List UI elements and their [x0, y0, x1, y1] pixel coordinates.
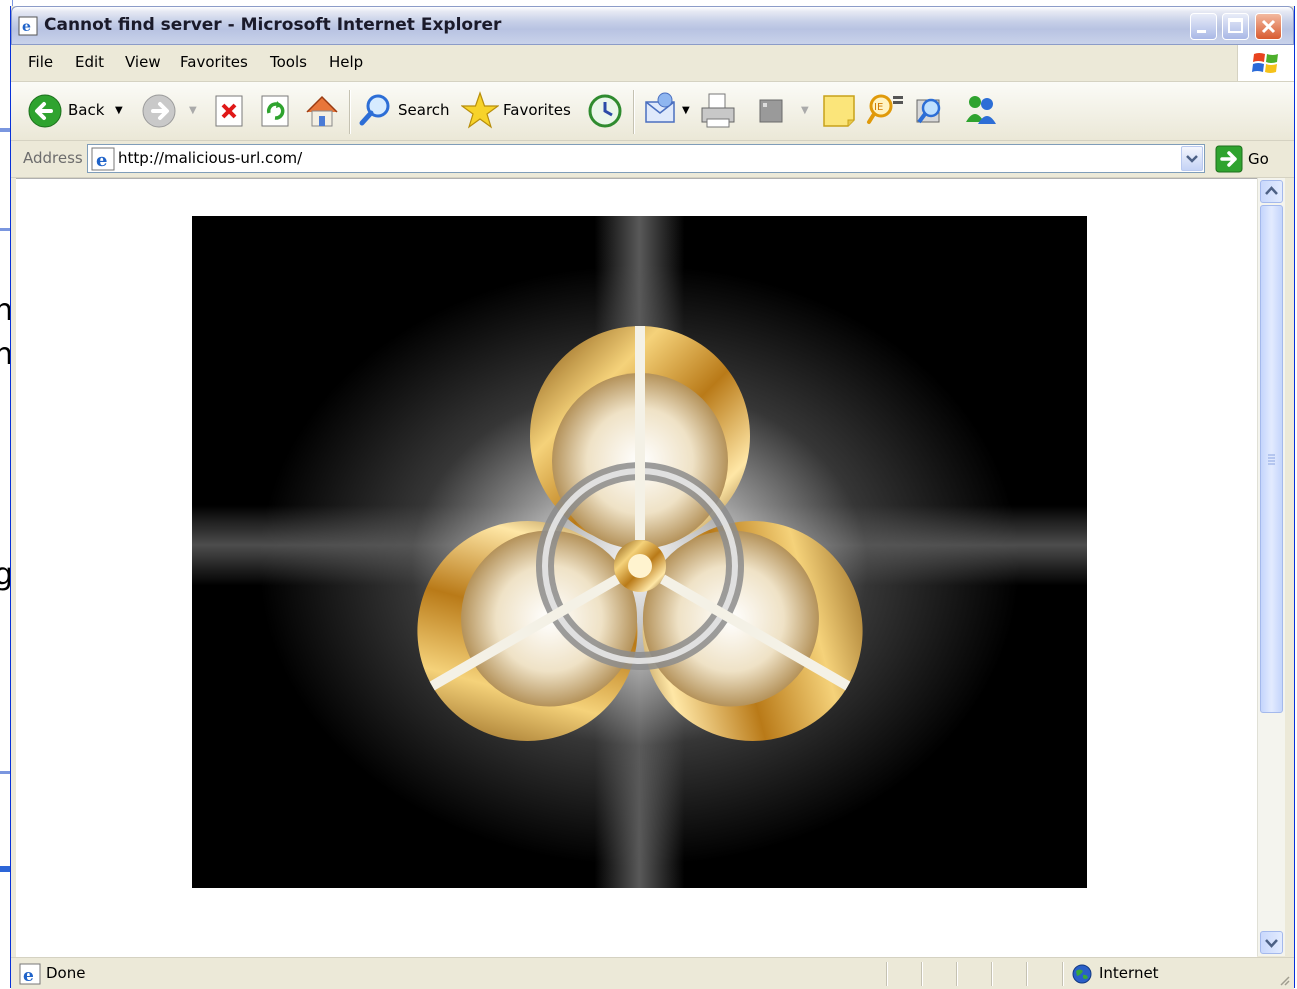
- home-button[interactable]: [303, 82, 341, 140]
- security-zone-label: Internet: [1099, 964, 1159, 982]
- forward-button[interactable]: [141, 82, 177, 140]
- note-icon: [823, 95, 855, 127]
- forward-dropdown-icon[interactable]: ▼: [189, 105, 197, 116]
- refresh-button[interactable]: [258, 82, 292, 140]
- edit-page-icon: [759, 99, 783, 123]
- menu-tools[interactable]: Tools: [270, 53, 307, 71]
- edit-dropdown-icon[interactable]: ▼: [801, 105, 809, 116]
- menu-edit[interactable]: Edit: [75, 53, 104, 71]
- history-clock-icon: [588, 94, 622, 128]
- chevron-down-icon: [1265, 939, 1278, 948]
- standard-toolbar: Back ▼ ▼ Search Favorites ▼ ▼ IE: [11, 82, 1294, 141]
- mail-icon: [645, 92, 675, 123]
- printer-icon: [701, 93, 735, 128]
- print-button[interactable]: [699, 82, 737, 140]
- toolbar-separator: [633, 90, 635, 134]
- home-icon: [306, 95, 338, 127]
- edit-button[interactable]: [755, 82, 785, 140]
- search-label: Search: [398, 101, 450, 119]
- forward-arrow-icon: [142, 94, 176, 128]
- mail-dropdown-icon[interactable]: ▼: [682, 105, 690, 116]
- biohazard-icon: [417, 326, 863, 741]
- messenger-button[interactable]: [961, 82, 1001, 140]
- page-ie-icon: e: [91, 147, 115, 171]
- discuss-button[interactable]: [820, 82, 858, 140]
- refresh-icon: [261, 95, 289, 127]
- status-divider: [956, 962, 958, 986]
- window-title: Cannot find server - Microsoft Internet …: [44, 15, 502, 35]
- close-button[interactable]: [1255, 13, 1282, 40]
- menu-file[interactable]: File: [28, 53, 53, 71]
- favorites-label: Favorites: [503, 101, 571, 119]
- mail-button[interactable]: [643, 82, 685, 140]
- scroll-down-button[interactable]: [1260, 931, 1283, 954]
- status-divider: [1062, 962, 1064, 986]
- scroll-thumb[interactable]: [1260, 205, 1283, 713]
- go-button[interactable]: Go: [1215, 145, 1275, 173]
- globe-icon: [1072, 964, 1092, 984]
- status-divider: [886, 962, 888, 986]
- maximize-icon: [1228, 18, 1243, 33]
- page-content: [16, 178, 1257, 957]
- status-text: Done: [46, 964, 86, 982]
- chevron-down-icon: [1186, 155, 1198, 163]
- messenger-users-icon: [966, 96, 996, 124]
- address-dropdown-button[interactable]: [1181, 146, 1203, 171]
- ie-icon: e: [18, 16, 38, 36]
- minimize-button[interactable]: [1190, 13, 1217, 40]
- windows-flag-icon: [1252, 53, 1278, 73]
- address-label: Address: [23, 149, 83, 167]
- menu-view[interactable]: View: [125, 53, 161, 71]
- chevron-up-icon: [1265, 186, 1278, 195]
- favorites-button[interactable]: Favorites: [461, 82, 575, 140]
- address-field[interactable]: e: [87, 144, 1205, 173]
- address-bar: Address e Go: [11, 141, 1294, 178]
- back-dropdown-icon[interactable]: ▼: [115, 105, 123, 116]
- title-bar[interactable]: e Cannot find server - Microsoft Interne…: [11, 6, 1294, 45]
- research-button[interactable]: IE: [865, 82, 905, 140]
- back-arrow-icon: [28, 94, 62, 128]
- svg-text:e: e: [23, 966, 34, 986]
- status-divider: [1026, 962, 1028, 986]
- history-button[interactable]: [585, 82, 625, 140]
- menu-favorites[interactable]: Favorites: [180, 53, 248, 71]
- star-icon: [461, 91, 499, 129]
- grip-icon: [1268, 454, 1275, 465]
- scroll-up-button[interactable]: [1260, 180, 1283, 203]
- search-button[interactable]: Search: [357, 82, 451, 140]
- minimize-icon: [1197, 30, 1206, 33]
- biohazard-image: [192, 216, 1087, 888]
- status-bar: e Done Internet: [11, 957, 1294, 989]
- status-divider: [921, 962, 923, 986]
- search-icon: [359, 94, 390, 126]
- messenger-tool-button[interactable]: [911, 82, 951, 140]
- maximize-button[interactable]: [1222, 13, 1249, 40]
- windows-logo: [1237, 45, 1294, 81]
- research-icon: IE: [867, 94, 903, 124]
- magnifier-tool-icon: [916, 98, 941, 124]
- svg-text:e: e: [96, 150, 107, 171]
- back-button[interactable]: Back: [27, 82, 127, 140]
- resize-grip-icon[interactable]: [1277, 973, 1291, 987]
- back-label: Back: [68, 101, 105, 119]
- menu-bar: File Edit View Favorites Tools Help: [11, 45, 1294, 82]
- svg-text:e: e: [22, 19, 31, 35]
- stop-icon: [215, 95, 243, 127]
- close-icon: [1261, 19, 1276, 34]
- go-arrow-icon: [1215, 145, 1243, 173]
- status-divider: [991, 962, 993, 986]
- vertical-scrollbar[interactable]: [1257, 178, 1285, 956]
- url-input[interactable]: [118, 147, 1168, 169]
- toolbar-separator: [349, 90, 351, 134]
- menu-help[interactable]: Help: [329, 53, 363, 71]
- ie-window: e Cannot find server - Microsoft Interne…: [10, 6, 1295, 989]
- stop-button[interactable]: [212, 82, 246, 140]
- status-page-icon: e: [19, 963, 41, 986]
- svg-text:IE: IE: [874, 102, 883, 113]
- go-label: Go: [1248, 150, 1269, 168]
